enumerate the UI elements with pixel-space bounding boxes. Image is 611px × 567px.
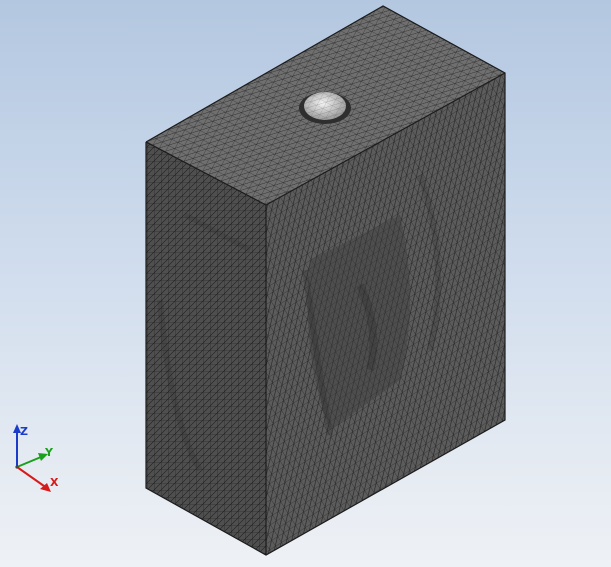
front-face [146, 142, 266, 555]
coordinate-triad: Z Y X [13, 424, 59, 492]
triad-origin [15, 465, 19, 469]
x-axis [16, 466, 45, 487]
x-axis-label: X [50, 476, 59, 489]
z-axis-label: Z [20, 425, 28, 438]
y-axis-label: Y [44, 446, 54, 459]
mesh-model[interactable] [0, 0, 611, 567]
graphics-viewport[interactable]: Z Y X [0, 0, 611, 567]
y-axis [16, 456, 42, 468]
spherical-cap[interactable] [299, 92, 351, 124]
